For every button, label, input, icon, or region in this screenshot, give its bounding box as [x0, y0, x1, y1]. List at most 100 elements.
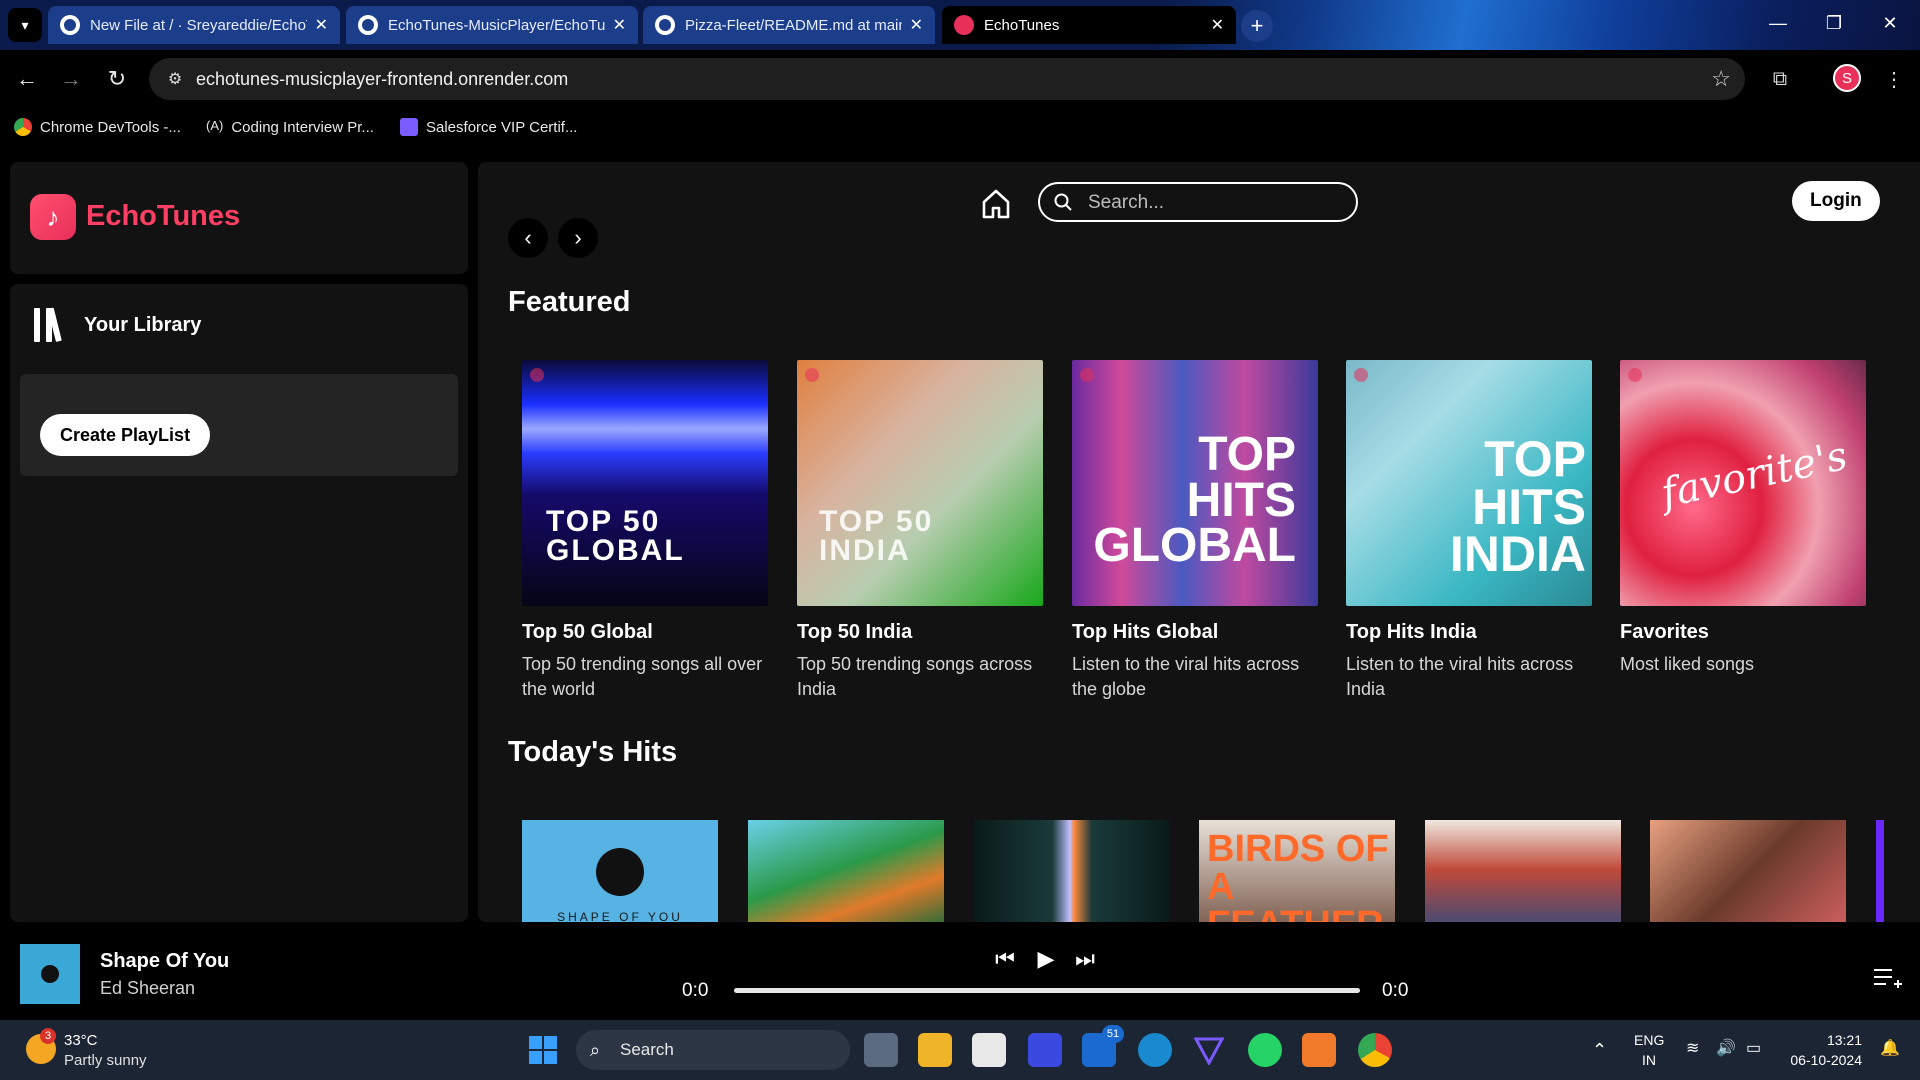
tab-search-menu-icon[interactable]: ▾ — [8, 8, 42, 42]
task-view-icon[interactable] — [864, 1033, 898, 1067]
music-note-logo-icon[interactable]: ♪ — [30, 194, 76, 240]
cover-text: TOP HITS GLOBAL — [1093, 428, 1296, 573]
app-icon[interactable] — [1028, 1033, 1062, 1067]
vpn-icon[interactable] — [1192, 1033, 1226, 1067]
cover-text: BIRDS OF A FEATHER — [1207, 828, 1389, 922]
bookmarks-bar: Chrome DevTools -... (A) Coding Intervie… — [0, 108, 1920, 150]
tab-close-icon[interactable]: ✕ — [315, 15, 328, 35]
notification-bell-icon[interactable]: 🔔 — [1880, 1038, 1900, 1058]
github-icon — [655, 15, 675, 35]
card-title[interactable]: Top 50 Global — [522, 621, 768, 644]
reload-icon[interactable]: ↻ — [100, 62, 134, 96]
previous-track-icon[interactable]: ⏮ — [990, 944, 1020, 974]
login-button[interactable]: Login — [1792, 181, 1880, 221]
tab-close-icon[interactable]: ✕ — [910, 15, 923, 35]
tab-close-icon[interactable]: ✕ — [1211, 15, 1224, 35]
tab-title: EchoTunes — [984, 16, 1060, 34]
tab-close-icon[interactable]: ✕ — [613, 15, 626, 35]
forward-chevron-icon[interactable]: › — [558, 218, 598, 258]
restore-icon[interactable]: ❐ — [1806, 0, 1862, 46]
bookmark-item[interactable]: (A) Coding Interview Pr... — [206, 118, 374, 136]
logo-panel: ♪ EchoTunes — [10, 162, 468, 274]
browser-tab[interactable]: EchoTunes-MusicPlayer/EchoTunes ✕ — [346, 6, 638, 44]
back-chevron-icon[interactable]: ‹ — [508, 218, 548, 258]
clock-time[interactable]: 13:21 — [1782, 1032, 1862, 1048]
tray-chevron-icon[interactable]: ⌃ — [1592, 1040, 1607, 1061]
song-card-cover[interactable] — [1650, 820, 1846, 922]
brand-name[interactable]: EchoTunes — [86, 200, 240, 233]
new-tab-plus-icon[interactable]: + — [1241, 10, 1273, 42]
search-input[interactable] — [1088, 190, 1338, 216]
playlist-card[interactable]: favorite's Favorites Most liked songs — [1620, 360, 1866, 677]
wifi-icon[interactable]: ≋ — [1686, 1038, 1699, 1058]
more-menu-icon[interactable]: ⋮ — [1878, 63, 1910, 95]
code-icon: (A) — [206, 118, 224, 133]
song-card-cover[interactable] — [974, 820, 1170, 922]
progress-bar[interactable] — [734, 988, 1360, 993]
cover-text: TOP 50 INDIA — [819, 505, 934, 567]
edge-icon[interactable] — [1138, 1033, 1172, 1067]
file-explorer-icon[interactable] — [918, 1033, 952, 1067]
taskbar-search[interactable]: ⌕ Search — [576, 1030, 850, 1070]
region-indicator[interactable]: IN — [1642, 1052, 1656, 1068]
next-track-icon[interactable]: ⏭ — [1070, 944, 1100, 974]
extensions-puzzle-icon[interactable]: ⧉ — [1764, 63, 1796, 95]
play-icon[interactable]: ▶ — [1031, 944, 1061, 974]
weather-description[interactable]: Partly sunny — [64, 1052, 147, 1069]
clock-date[interactable]: 06-10-2024 — [1782, 1052, 1862, 1068]
queue-list-icon[interactable] — [1872, 966, 1902, 990]
bookmark-item[interactable]: Salesforce VIP Certif... — [400, 118, 577, 136]
forward-arrow-icon[interactable]: → — [54, 62, 88, 96]
library-icon[interactable] — [32, 306, 70, 344]
playlist-card[interactable]: TOP 50 GLOBAL Top 50 Global Top 50 trend… — [522, 360, 768, 702]
card-title[interactable]: Top Hits India — [1346, 621, 1592, 644]
song-card-cover[interactable]: SHAPE OF YOU — [522, 820, 718, 922]
playlist-card[interactable]: TOP HITS GLOBAL Top Hits Global Listen t… — [1072, 360, 1318, 702]
card-title[interactable]: Top Hits Global — [1072, 621, 1318, 644]
battery-icon[interactable]: ▭ — [1746, 1038, 1761, 1058]
profile-avatar[interactable]: S — [1833, 64, 1861, 92]
address-url[interactable]: echotunes-musicplayer-frontend.onrender.… — [196, 69, 568, 90]
main-content: Login ‹ › Featured TOP 50 GLOBAL Top 50 … — [478, 162, 1920, 922]
song-card-cover[interactable] — [748, 820, 944, 922]
whatsapp-icon[interactable] — [1248, 1033, 1282, 1067]
song-card-cover[interactable]: BIRDS OF A FEATHER — [1199, 820, 1395, 922]
browser-tab-strip: ▾ New File at / · Sreyareddie/EchoTunes … — [0, 0, 1920, 50]
playlist-cover[interactable]: TOP HITS GLOBAL — [1072, 360, 1318, 606]
browser-tab[interactable]: New File at / · Sreyareddie/EchoTunes ✕ — [48, 6, 340, 44]
address-bar[interactable]: ⚙ echotunes-musicplayer-frontend.onrende… — [149, 58, 1745, 100]
microsoft-store-icon[interactable] — [972, 1033, 1006, 1067]
language-indicator[interactable]: ENG — [1634, 1032, 1664, 1048]
chrome-icon[interactable] — [1358, 1033, 1392, 1067]
home-icon[interactable] — [978, 186, 1014, 222]
minimize-icon[interactable]: — — [1750, 0, 1806, 46]
playlist-card[interactable]: TOP 50 INDIA Top 50 India Top 50 trendin… — [797, 360, 1043, 702]
tab-title: EchoTunes-MusicPlayer/EchoTunes — [388, 16, 605, 34]
card-title[interactable]: Top 50 India — [797, 621, 1043, 644]
playlist-card[interactable]: TOP HITS INDIA Top Hits India Listen to … — [1346, 360, 1592, 702]
weather-temperature[interactable]: 33°C — [64, 1032, 98, 1049]
browser-tab-active[interactable]: EchoTunes ✕ — [942, 6, 1236, 44]
library-title[interactable]: Your Library — [84, 314, 201, 337]
search-bar[interactable] — [1038, 182, 1358, 222]
playlist-cover[interactable]: TOP 50 INDIA — [797, 360, 1043, 606]
playlist-cover[interactable]: TOP HITS INDIA — [1346, 360, 1592, 606]
app-icon[interactable] — [1302, 1033, 1336, 1067]
back-arrow-icon[interactable]: ← — [10, 62, 44, 96]
create-playlist-button[interactable]: Create PlayList — [40, 414, 211, 456]
bookmark-label: Salesforce VIP Certif... — [426, 118, 578, 136]
playlist-cover[interactable]: TOP 50 GLOBAL — [522, 360, 768, 606]
card-title[interactable]: Favorites — [1620, 621, 1866, 644]
song-card-cover[interactable] — [1876, 820, 1884, 922]
bookmark-item[interactable]: Chrome DevTools -... — [14, 118, 181, 136]
volume-icon[interactable]: 🔊 — [1716, 1038, 1736, 1058]
close-window-icon[interactable]: ✕ — [1862, 0, 1918, 46]
browser-tab[interactable]: Pizza-Fleet/README.md at main ✕ — [643, 6, 935, 44]
outlook-icon[interactable]: 51 — [1082, 1025, 1124, 1067]
windows-start-icon[interactable] — [526, 1033, 560, 1067]
bookmark-label: Chrome DevTools -... — [40, 118, 181, 136]
site-settings-icon[interactable]: ⚙ — [163, 67, 187, 91]
playlist-cover[interactable]: favorite's — [1620, 360, 1866, 606]
bookmark-star-icon[interactable]: ☆ — [1711, 66, 1731, 92]
song-card-cover[interactable] — [1425, 820, 1621, 922]
